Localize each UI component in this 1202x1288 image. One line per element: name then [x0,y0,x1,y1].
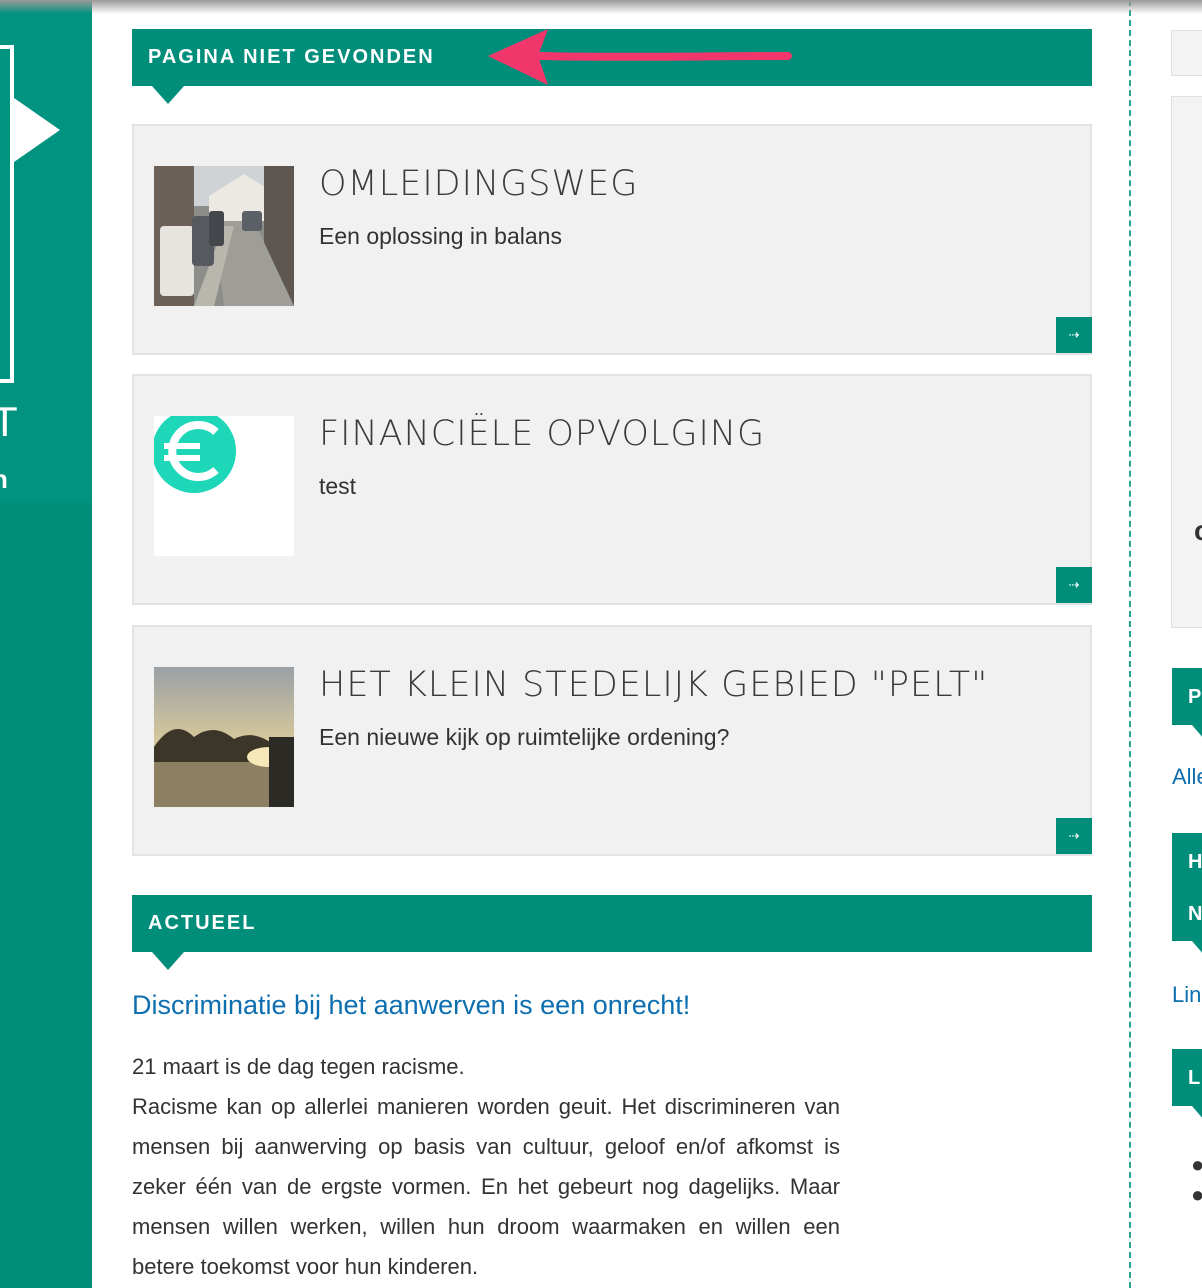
article-intro: 21 maart is de dag tegen racisme. [132,1054,465,1079]
annotation-arrow-icon [488,29,792,85]
card-omleidingsweg[interactable]: OMLEIDINGSWEG Een oplossing in balans ⇢ [132,124,1092,355]
right-widget-box [1171,30,1202,76]
right-header: H N [1172,833,1202,955]
card-image-landscape [154,667,294,807]
arrow-right-icon[interactable]: ⇢ [1056,818,1092,854]
arrow-right-icon[interactable]: ⇢ [1056,567,1092,603]
article-text: Racisme kan op allerlei manieren worden … [132,1094,840,1279]
card-title[interactable]: FINANCIËLE OPVOLGING [319,414,765,454]
header-tail [1192,725,1202,739]
left-sidebar: T n [0,0,92,1288]
euro-icon [154,416,294,556]
header-tail [1192,1106,1202,1120]
section-title: PAGINA NIET GEVONDEN [148,46,435,68]
arrow-right-icon[interactable]: ⇢ [1056,317,1092,353]
right-header: L [1172,1049,1202,1120]
card-title[interactable]: OMLEIDINGSWEG [319,164,638,204]
article-title-link[interactable]: Discriminatie bij het aanwerven is een o… [132,990,690,1021]
right-sidebar: c P Alle H N Lin L ● ● [1171,0,1202,1288]
header-tail [1192,941,1202,955]
card-image-street [154,166,294,306]
header-tail [152,952,184,970]
header-tail [152,86,184,104]
card-subtitle: test [319,473,357,499]
top-shadow [0,0,1202,14]
column-divider [1129,0,1131,1288]
right-header-text: N [1188,903,1202,925]
right-link[interactable]: Alle [1172,764,1202,790]
card-title[interactable]: HET KLEIN STEDELIJK GEBIED "PELT" [319,665,988,705]
person-icon: ● [1191,1152,1202,1177]
section-title: ACTUEEL [148,912,257,934]
logo-pointer-icon [14,98,60,162]
person-icon: ● [1191,1182,1202,1207]
logo-area[interactable]: T n [0,0,92,503]
article-body: 21 maart is de dag tegen racisme. Racism… [132,1047,840,1287]
people-icons: ● ● [1191,1150,1202,1210]
logo-frame [0,45,14,383]
card-subtitle: Een oplossing in balans [319,223,562,249]
section-header-actueel: ACTUEEL [132,895,1092,970]
card-subtitle: Een nieuwe kijk op ruimtelijke ordening? [319,724,730,750]
logo-text: T [0,398,18,445]
right-link[interactable]: Lin [1172,982,1201,1008]
widget-text-fragment: c [1194,515,1202,546]
right-header-text: H [1188,851,1202,873]
logo-subtext: n [0,464,8,495]
right-widget-box: c [1171,96,1202,628]
right-header-text: L [1188,1067,1201,1089]
card-klein-stedelijk-gebied[interactable]: HET KLEIN STEDELIJK GEBIED "PELT" Een ni… [132,625,1092,856]
right-header-text: P [1188,686,1202,708]
card-financiele-opvolging[interactable]: FINANCIËLE OPVOLGING test ⇢ [132,374,1092,605]
right-header: P [1172,668,1202,739]
